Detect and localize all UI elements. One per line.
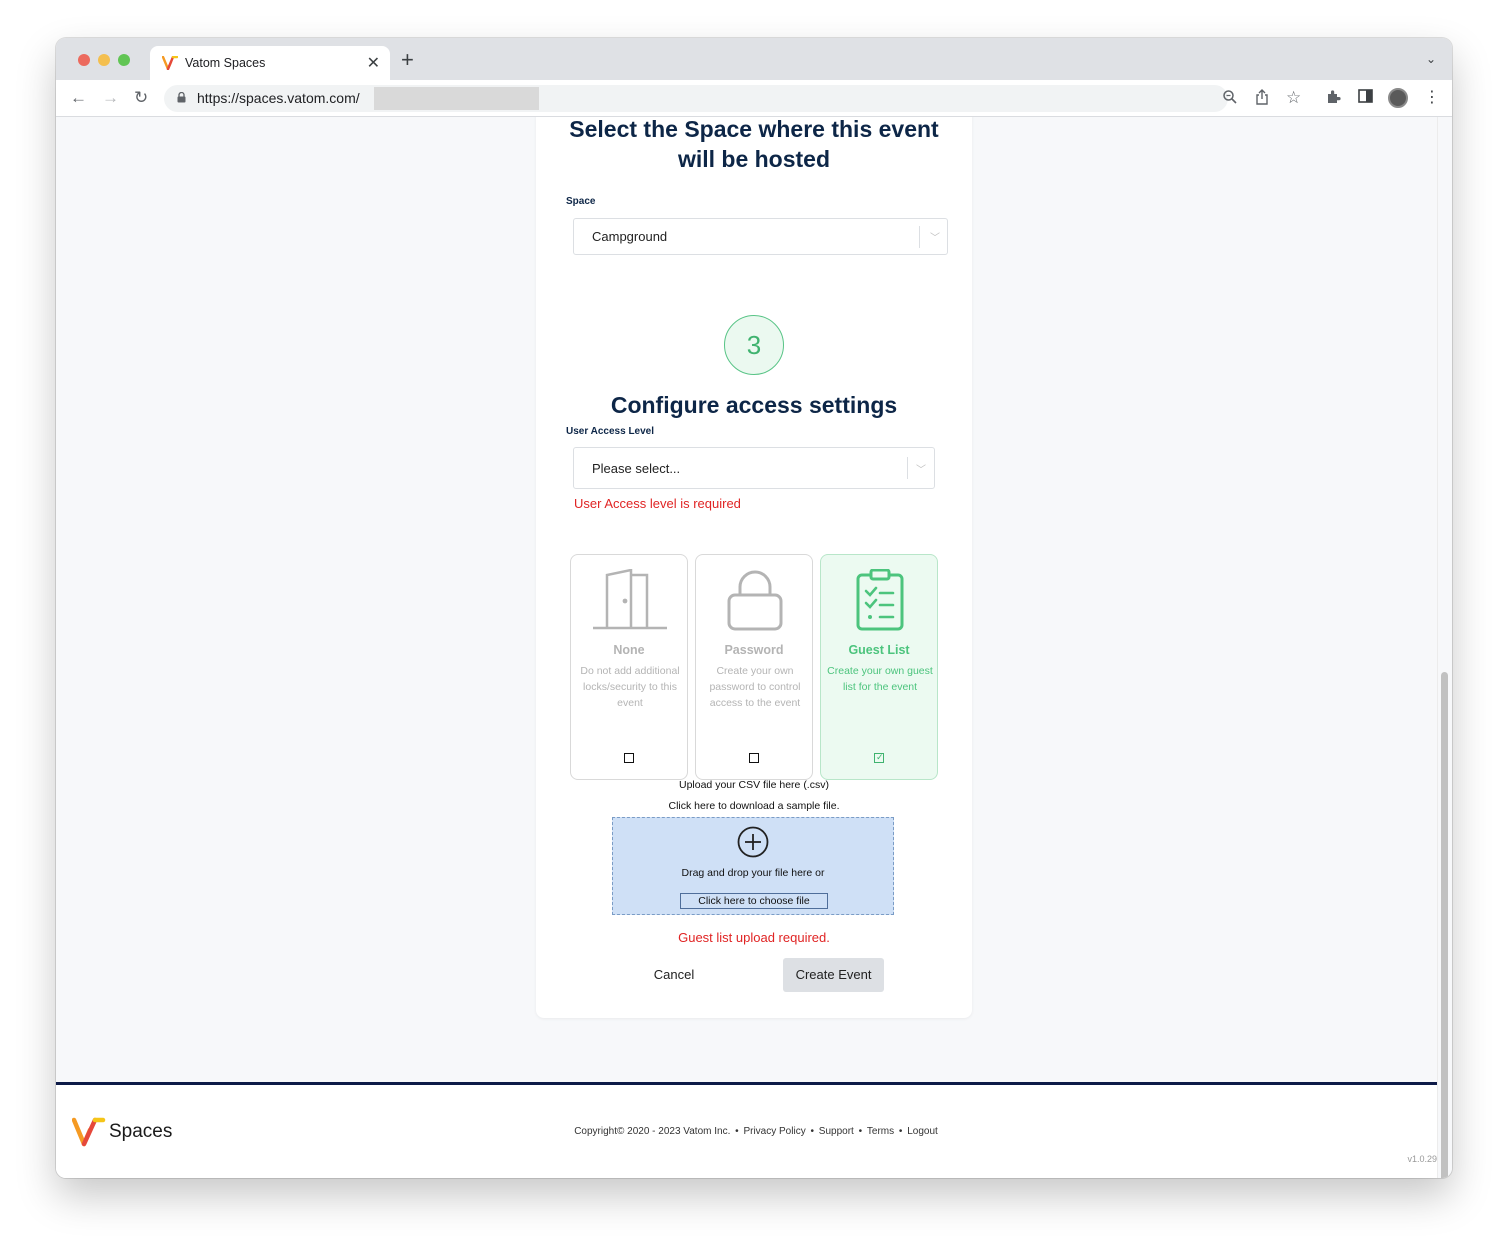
chevron-down-icon: ﹀ (930, 233, 940, 244)
access-option-password[interactable]: Password Create your own password to con… (695, 554, 813, 780)
terms-link[interactable]: Terms (867, 1126, 894, 1137)
zoom-window-button[interactable] (118, 54, 130, 66)
download-sample-link[interactable]: Click here to download a sample file. (536, 800, 972, 812)
address-bar[interactable]: https://spaces.vatom.com/ (164, 85, 1228, 112)
support-link[interactable]: Support (819, 1126, 854, 1137)
create-event-form: Select the Space where this event will b… (536, 117, 972, 1018)
side-panel-icon[interactable] (1358, 89, 1373, 103)
space-heading-line2: will be hosted (677, 146, 831, 172)
config-heading: Configure access settings (610, 392, 898, 418)
option-description: Create your own guest list for the event (827, 665, 933, 693)
privacy-policy-link[interactable]: Privacy Policy (743, 1126, 805, 1137)
option-title: Password (724, 643, 784, 657)
separator: • (898, 1126, 903, 1137)
forward-arrow-icon[interactable]: → (102, 88, 119, 108)
space-heading-line1: Select the Space where this event (569, 117, 939, 142)
option-checkbox-checked[interactable]: ✓ (874, 752, 884, 763)
bookmark-star-icon[interactable]: ☆ (1286, 89, 1301, 107)
browser-tab[interactable]: Vatom Spaces ✕ (150, 46, 390, 80)
new-tab-button[interactable]: + (401, 48, 414, 72)
drop-text: Drag and drop your file here or (681, 867, 825, 879)
access-level-label: User Access Level (566, 426, 655, 437)
lock-icon (177, 92, 186, 103)
space-select[interactable]: Campground ﹀ (573, 218, 948, 255)
redacted-url-block (374, 87, 539, 110)
copyright-text: Copyright© 2020 - 2023 Vatom Inc. (574, 1126, 731, 1137)
file-dropzone[interactable]: Drag and drop your file here or Click he… (612, 817, 894, 915)
tab-search-chevron-icon[interactable]: ⌄ (1426, 52, 1436, 66)
chevron-down-icon: ﹀ (916, 465, 926, 476)
option-description: Do not add additional locks/security to … (580, 665, 680, 709)
door-icon (593, 569, 667, 630)
select-separator (919, 226, 920, 248)
footer-links: Copyright© 2020 - 2023 Vatom Inc. • Priv… (56, 1126, 1437, 1137)
option-checkbox[interactable] (749, 753, 759, 763)
upload-instructions: Upload your CSV file here (.csv) (679, 779, 829, 791)
extensions-puzzle-icon[interactable] (1326, 89, 1342, 105)
close-window-button[interactable] (78, 54, 90, 66)
minimize-window-button[interactable] (98, 54, 110, 66)
option-title: None (613, 643, 645, 657)
access-option-guest-list[interactable]: Guest List Create your own guest list fo… (820, 554, 938, 780)
checkmark-icon: ✓ (876, 752, 884, 762)
version-label: v1.0.29 (1407, 1154, 1437, 1164)
option-description: Create your own password to control acce… (709, 665, 801, 709)
access-level-placeholder: Please select... (592, 461, 681, 476)
profile-avatar[interactable] (1388, 88, 1408, 108)
reload-icon[interactable]: ↻ (134, 88, 148, 108)
footer: Spaces Copyright© 2020 - 2023 Vatom Inc.… (56, 1085, 1437, 1178)
separator: • (858, 1126, 863, 1137)
option-checkbox[interactable] (624, 753, 634, 763)
tab-close-icon[interactable]: ✕ (367, 53, 380, 73)
access-level-error: User Access level is required (574, 496, 741, 511)
url-text: https://spaces.vatom.com/ (197, 90, 360, 106)
create-event-button[interactable]: Create Event (783, 958, 884, 992)
access-level-select[interactable]: Please select... ﹀ (573, 447, 935, 489)
browser-toolbar: ← → ↻ https://spaces.vatom.com/ ☆ ⋮ (56, 80, 1452, 117)
browser-window: Vatom Spaces ✕ + ⌄ ← → ↻ https://spaces.… (56, 38, 1452, 1178)
step-number-badge: 3 (724, 315, 784, 375)
access-option-none[interactable]: None Do not add additional locks/securit… (570, 554, 688, 780)
vatom-logo-icon (162, 56, 178, 70)
tab-title: Vatom Spaces (185, 56, 266, 70)
share-icon[interactable] (1255, 89, 1269, 105)
choose-file-button[interactable]: Click here to choose file (680, 893, 828, 909)
page-scrollbar[interactable] (1437, 117, 1452, 1178)
page-content: Select the Space where this event will b… (56, 117, 1437, 1178)
clipboard-checklist-icon (856, 569, 904, 631)
cancel-button[interactable]: Cancel (644, 967, 704, 989)
browser-menu-icon[interactable]: ⋮ (1424, 89, 1440, 107)
lock-icon (727, 570, 783, 631)
zoom-icon[interactable] (1222, 89, 1238, 105)
select-separator (907, 457, 908, 479)
upload-error: Guest list upload required. (678, 930, 830, 945)
tab-bar: Vatom Spaces ✕ + ⌄ (56, 38, 1452, 80)
separator: • (735, 1126, 739, 1137)
space-select-value: Campground (592, 229, 668, 244)
option-title: Guest List (848, 643, 910, 657)
add-circle-icon (737, 826, 769, 858)
space-heading: Select the Space where this event will b… (536, 117, 972, 174)
scrollbar-thumb[interactable] (1441, 672, 1448, 1178)
space-label: Space (566, 196, 596, 207)
back-arrow-icon[interactable]: ← (70, 88, 87, 108)
separator: • (810, 1126, 814, 1137)
logout-link[interactable]: Logout (907, 1126, 938, 1137)
